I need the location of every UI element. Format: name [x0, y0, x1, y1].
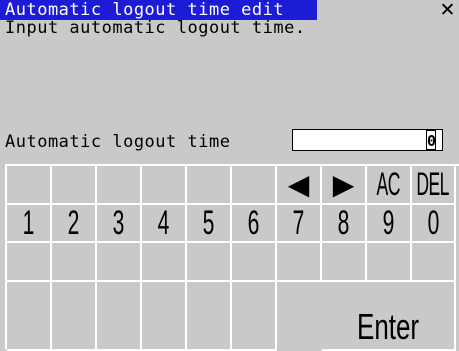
key-blank[interactable]	[52, 243, 97, 282]
key-0[interactable]: 0	[412, 205, 456, 243]
key-7-label: 7	[292, 205, 305, 242]
cursor-left-button[interactable]: ◀	[277, 166, 322, 205]
key-8[interactable]: 8	[322, 205, 367, 243]
key-blank[interactable]	[52, 166, 97, 205]
key-blank[interactable]	[232, 282, 277, 351]
instruction-text: Input automatic logout time.	[5, 18, 306, 38]
all-clear-button[interactable]: AC	[367, 166, 412, 205]
key-blank[interactable]	[277, 243, 322, 282]
logout-time-value: 0	[426, 130, 437, 150]
key-blank[interactable]	[7, 243, 52, 282]
key-blank[interactable]	[7, 282, 52, 351]
key-6-label: 6	[247, 205, 260, 242]
key-blank[interactable]	[142, 243, 187, 282]
key-6[interactable]: 6	[232, 205, 277, 243]
key-9-label: 9	[382, 205, 395, 242]
logout-time-label: Automatic logout time	[5, 132, 231, 152]
key-blank[interactable]	[367, 243, 412, 282]
key-blank[interactable]	[52, 282, 97, 351]
key-blank[interactable]	[7, 166, 52, 205]
key-9[interactable]: 9	[367, 205, 412, 243]
key-blank[interactable]	[97, 166, 142, 205]
key-8-label: 8	[337, 205, 350, 242]
key-blank[interactable]	[412, 243, 456, 282]
close-icon[interactable]: ✕	[436, 0, 459, 20]
key-blank[interactable]	[322, 243, 367, 282]
key-4[interactable]: 4	[142, 205, 187, 243]
key-7[interactable]: 7	[277, 205, 322, 243]
key-4-label: 4	[157, 205, 170, 242]
key-2-label: 2	[67, 205, 80, 242]
key-1-label: 1	[22, 205, 35, 242]
key-blank[interactable]	[187, 282, 232, 351]
key-5-label: 5	[202, 205, 215, 242]
enter-button[interactable]: Enter	[322, 282, 456, 351]
cursor-right-button[interactable]: ▶	[322, 166, 367, 205]
delete-button[interactable]: DEL	[412, 166, 456, 205]
key-1[interactable]: 1	[7, 205, 52, 243]
keypad: ◀ ▶ AC DEL 1 2 3 4 5 6 7 8 9 0 Enter	[5, 164, 459, 351]
key-2[interactable]: 2	[52, 205, 97, 243]
delete-label: DEL	[416, 166, 450, 202]
key-3-label: 3	[112, 205, 125, 242]
key-blank[interactable]	[97, 282, 142, 351]
key-3[interactable]: 3	[97, 205, 142, 243]
key-blank[interactable]	[232, 243, 277, 282]
key-blank[interactable]	[142, 282, 187, 351]
enter-label: Enter	[357, 306, 419, 347]
key-0-label: 0	[427, 205, 439, 242]
logout-time-input[interactable]: 0	[292, 129, 443, 151]
key-blank[interactable]	[187, 243, 232, 282]
key-5[interactable]: 5	[187, 205, 232, 243]
key-blank[interactable]	[97, 243, 142, 282]
key-blank[interactable]	[232, 166, 277, 205]
key-blank[interactable]	[187, 166, 232, 205]
key-blank[interactable]	[142, 166, 187, 205]
all-clear-label: AC	[376, 166, 401, 202]
